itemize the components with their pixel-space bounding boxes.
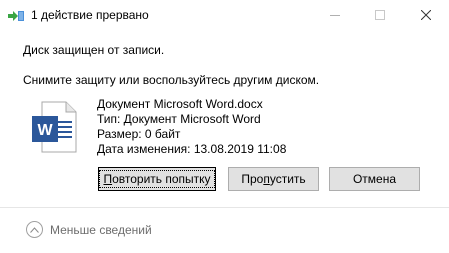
title-bar[interactable]: 1 действие прервано [0, 0, 449, 31]
less-details-label: Меньше сведений [50, 222, 152, 237]
file-details: Документ Microsoft Word.docx Тип: Докуме… [97, 97, 286, 157]
error-dialog: 1 действие прервано Диск защищен от запи… [0, 0, 449, 253]
file-modified: Дата изменения: 13.08.2019 11:08 [97, 142, 287, 156]
svg-text:W: W [37, 122, 53, 139]
copy-progress-icon [8, 10, 24, 22]
retry-button-label: Повторить попытку [99, 170, 215, 188]
cancel-button[interactable]: Отмена [329, 167, 420, 191]
skip-button[interactable]: Пропустить [228, 167, 319, 191]
minimize-icon [330, 9, 340, 23]
close-button[interactable] [403, 0, 449, 31]
chevron-up-icon [26, 221, 43, 238]
footer: Меньше сведений [0, 208, 449, 253]
error-message: Диск защищен от записи. [23, 43, 165, 57]
maximize-button[interactable] [357, 0, 403, 31]
minimize-button[interactable] [312, 0, 358, 31]
file-name: Документ Microsoft Word.docx [97, 97, 263, 111]
skip-button-label: Пропустить [241, 172, 306, 186]
word-document-icon: W [30, 100, 80, 154]
window-title: 1 действие прервано [31, 8, 149, 22]
less-details-toggle[interactable]: Меньше сведений [26, 221, 152, 238]
maximize-icon [375, 9, 385, 23]
file-type: Тип: Документ Microsoft Word [97, 112, 261, 126]
file-size: Размер: 0 байт [97, 127, 181, 141]
instruction-message: Снимите защиту или воспользуйтесь другим… [23, 73, 320, 87]
retry-button[interactable]: Повторить попытку [98, 167, 216, 191]
close-icon [420, 9, 432, 23]
